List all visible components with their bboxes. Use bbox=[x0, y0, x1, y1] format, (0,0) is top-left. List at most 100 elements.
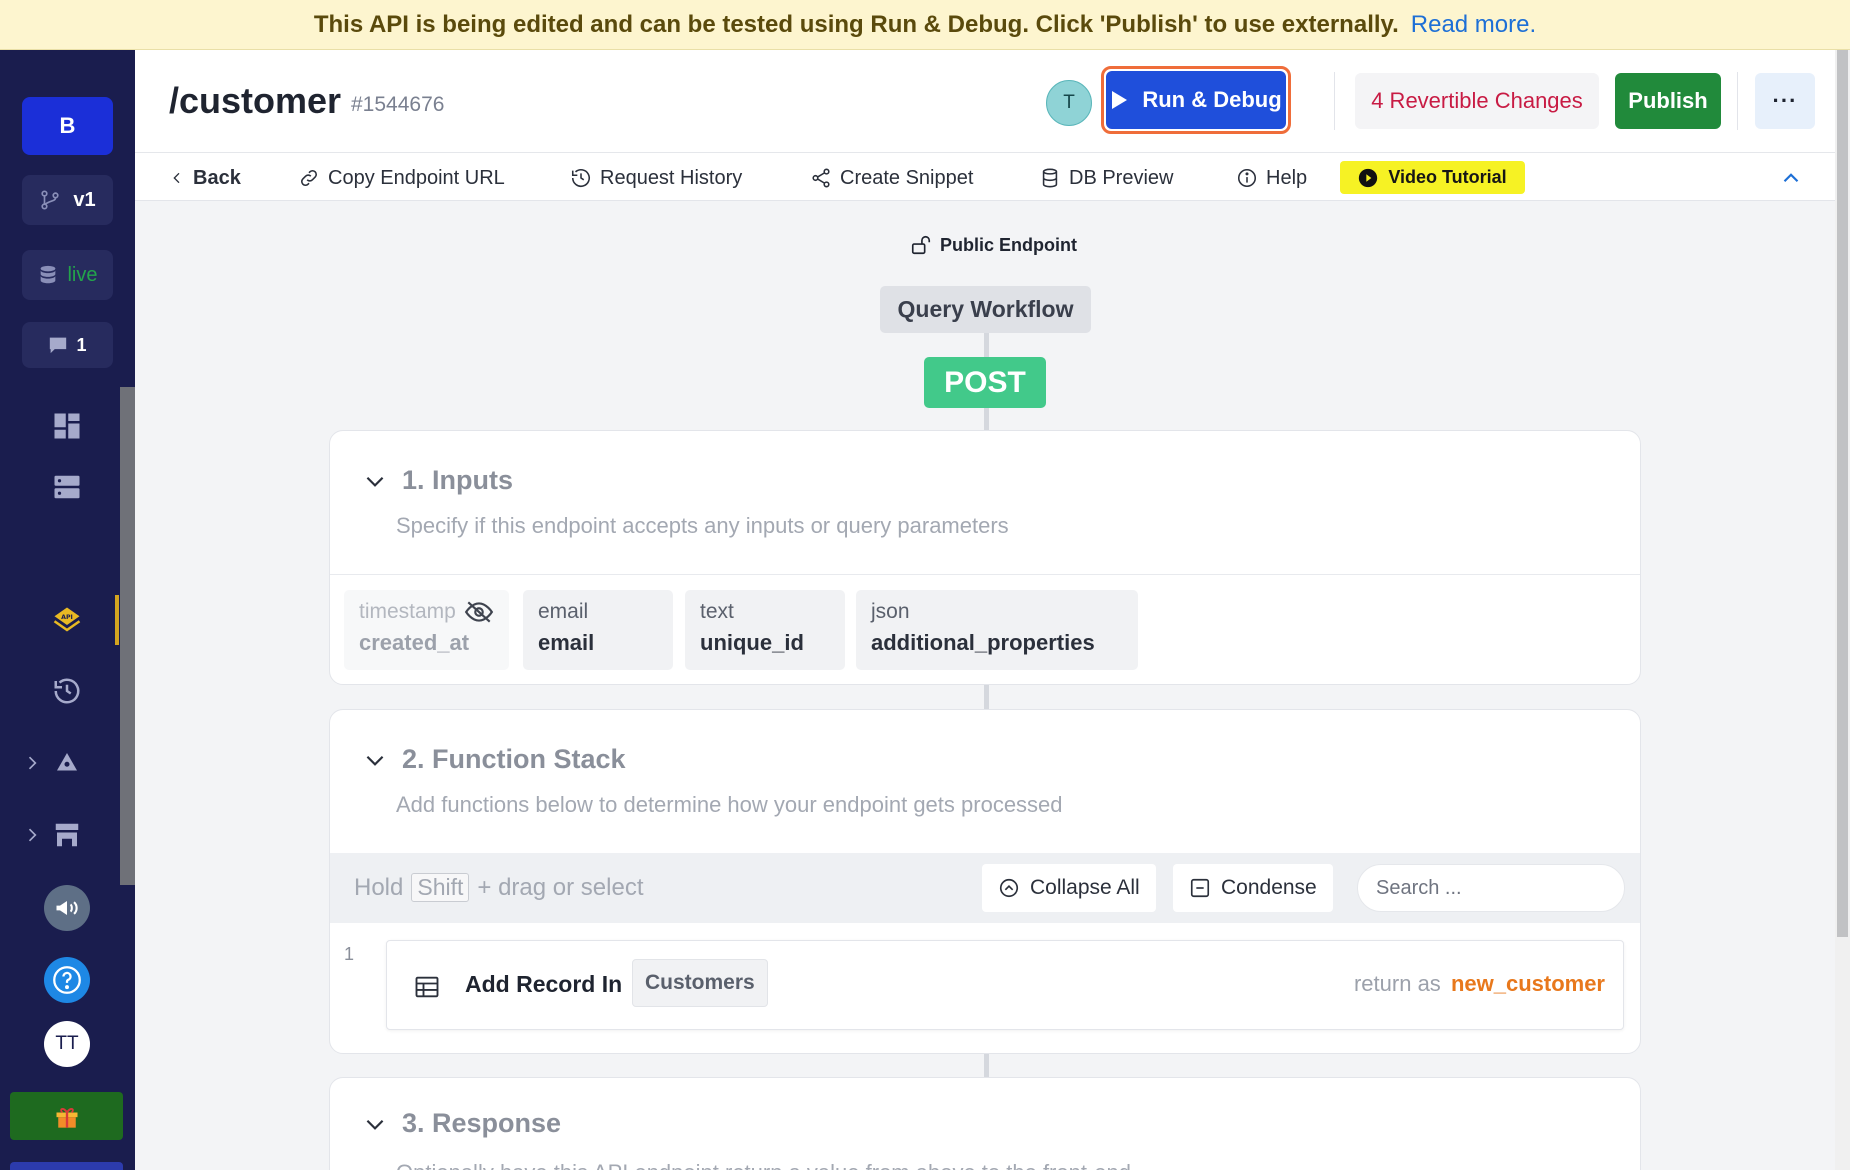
database-icon bbox=[1042, 168, 1058, 188]
selection-hint: Hold Shift + drag or select bbox=[354, 873, 643, 902]
link-icon bbox=[301, 170, 317, 186]
return-label: return as bbox=[1353, 971, 1441, 996]
db-preview-label: DB Preview bbox=[1069, 166, 1174, 189]
function-title: Add Record In bbox=[465, 971, 623, 997]
function-stack-subtitle: Add functions below to determine how you… bbox=[396, 792, 1063, 817]
chevron-right-icon[interactable] bbox=[22, 753, 42, 773]
input-name: unique_id bbox=[700, 630, 804, 655]
run-debug-button[interactable]: Run & Debug bbox=[1106, 71, 1286, 129]
workspace-button[interactable]: B bbox=[22, 97, 113, 155]
history-icon[interactable] bbox=[44, 668, 90, 714]
public-endpoint-label: Public Endpoint bbox=[910, 234, 1077, 256]
dashboard-icon[interactable] bbox=[44, 403, 90, 449]
gift-button[interactable] bbox=[10, 1092, 123, 1140]
gift-icon bbox=[56, 1108, 77, 1128]
branch-icon bbox=[41, 190, 59, 210]
inputs-title: 1. Inputs bbox=[402, 465, 514, 495]
request-history-button[interactable]: Request History bbox=[570, 162, 742, 194]
more-options-button[interactable]: ··· bbox=[1755, 73, 1815, 129]
datasource-label: live bbox=[67, 263, 98, 286]
main-scrollbar-thumb[interactable] bbox=[1837, 50, 1848, 937]
back-button[interactable]: Back bbox=[169, 162, 241, 194]
revertible-changes-label: 4 Revertible Changes bbox=[1371, 88, 1583, 113]
database-icon bbox=[41, 265, 56, 284]
collaborator-avatar[interactable]: T bbox=[1046, 80, 1092, 126]
branch-button[interactable]: v1 bbox=[22, 175, 113, 225]
input-field-chip[interactable]: text unique_id bbox=[685, 590, 845, 670]
comments-count: 1 bbox=[76, 334, 87, 355]
response-title: 3. Response bbox=[402, 1108, 562, 1138]
query-workflow-badge: Query Workflow bbox=[880, 286, 1091, 333]
response-header[interactable]: 3. Response bbox=[362, 1108, 561, 1139]
more-icon: ··· bbox=[1772, 88, 1798, 113]
inputs-subtitle: Specify if this endpoint accepts any inp… bbox=[396, 513, 1009, 538]
input-field-chip[interactable]: email email bbox=[523, 590, 673, 670]
marketplace-icon[interactable] bbox=[44, 812, 90, 858]
comment-icon bbox=[50, 337, 67, 354]
input-type: timestamp bbox=[359, 600, 456, 623]
active-indicator bbox=[115, 595, 119, 645]
comments-button[interactable]: 1 bbox=[22, 322, 113, 368]
workspace-label: B bbox=[59, 113, 76, 138]
copy-endpoint-label: Copy Endpoint URL bbox=[328, 166, 505, 189]
minus-square-icon bbox=[1190, 878, 1210, 898]
response-subtitle: Optionally have this API endpoint return… bbox=[396, 1160, 1131, 1170]
unlock-icon bbox=[911, 235, 931, 255]
user-avatar[interactable]: TT bbox=[44, 1021, 90, 1067]
function-stack-toolbar: Hold Shift + drag or select Collapse All… bbox=[330, 853, 1640, 923]
input-field-chip[interactable]: json additional_properties bbox=[856, 590, 1138, 670]
visibility-text: Public Endpoint bbox=[940, 234, 1077, 255]
function-index: 1 bbox=[344, 944, 355, 964]
table-icon bbox=[415, 976, 439, 998]
function-stack-header[interactable]: 2. Function Stack bbox=[362, 744, 626, 775]
return-as-label: return as new_customer bbox=[1354, 971, 1605, 997]
addons-icon[interactable] bbox=[44, 740, 90, 786]
page-title: /customer bbox=[169, 80, 342, 121]
video-tutorial-button[interactable]: Video Tutorial bbox=[1340, 161, 1525, 194]
http-method-badge[interactable]: POST bbox=[924, 357, 1046, 408]
shift-key: Shift bbox=[411, 873, 470, 902]
sidebar-scrollbar[interactable] bbox=[120, 387, 135, 885]
input-type: email bbox=[538, 600, 589, 623]
create-snippet-button[interactable]: Create Snippet bbox=[810, 162, 973, 194]
inputs-list: timestamp created_at email email text un… bbox=[330, 574, 1640, 684]
input-name: created_at bbox=[359, 630, 470, 655]
help-icon[interactable] bbox=[44, 957, 90, 1003]
database-tables-icon[interactable] bbox=[44, 464, 90, 510]
chevron-up-icon[interactable] bbox=[1778, 165, 1804, 191]
eye-off-icon bbox=[464, 601, 493, 623]
return-variable[interactable]: new_customer bbox=[1451, 971, 1605, 996]
help-button[interactable]: Help bbox=[1236, 162, 1307, 194]
datasource-button[interactable]: live bbox=[22, 250, 113, 300]
inputs-header[interactable]: 1. Inputs bbox=[362, 465, 513, 496]
function-search-input[interactable] bbox=[1357, 864, 1625, 912]
revertible-changes-button[interactable]: 4 Revertible Changes bbox=[1355, 73, 1599, 129]
condense-button[interactable]: Condense bbox=[1173, 864, 1333, 912]
copy-endpoint-url-button[interactable]: Copy Endpoint URL bbox=[298, 162, 505, 194]
video-tutorial-label: Video Tutorial bbox=[1388, 167, 1507, 187]
api-icon[interactable]: API bbox=[44, 597, 90, 643]
function-row[interactable]: Add Record In Customers return as new_cu… bbox=[386, 940, 1624, 1030]
collapse-all-button[interactable]: Collapse All bbox=[982, 864, 1156, 912]
branch-label: v1 bbox=[73, 188, 96, 211]
edit-banner: This API is being edited and can be test… bbox=[0, 0, 1850, 50]
expand-sidebar-button[interactable] bbox=[10, 1162, 123, 1170]
collaborator-initial: T bbox=[1063, 92, 1075, 113]
endpoint-id: #1544676 bbox=[351, 93, 445, 116]
read-more-link[interactable]: Read more. bbox=[1411, 11, 1536, 39]
table-badge[interactable]: Customers bbox=[632, 959, 768, 1007]
main-scrollbar[interactable] bbox=[1835, 50, 1850, 1170]
db-preview-button[interactable]: DB Preview bbox=[1039, 162, 1173, 194]
banner-message: This API is being edited and can be test… bbox=[313, 10, 1399, 38]
help-label: Help bbox=[1266, 166, 1308, 189]
publish-button[interactable]: Publish bbox=[1615, 73, 1721, 129]
chevron-down-icon bbox=[366, 755, 384, 766]
input-type: text bbox=[700, 600, 734, 623]
hint-suffix: + drag or select bbox=[477, 873, 644, 901]
announcements-icon[interactable] bbox=[44, 885, 90, 931]
chevron-down-icon bbox=[366, 476, 384, 487]
input-name: email bbox=[538, 630, 595, 655]
input-field-chip[interactable]: timestamp created_at bbox=[344, 590, 509, 670]
chevron-right-icon[interactable] bbox=[22, 825, 42, 845]
divider bbox=[1737, 72, 1738, 130]
